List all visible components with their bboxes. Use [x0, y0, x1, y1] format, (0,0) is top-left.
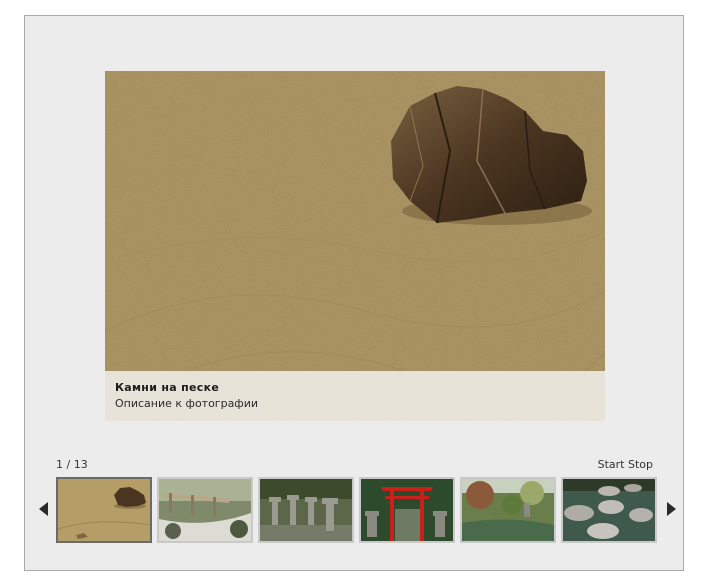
start-button[interactable]: Start: [598, 458, 625, 471]
arrow-left-icon[interactable]: [39, 502, 48, 516]
main-photo[interactable]: Камни на песке Описание к фотографии: [105, 71, 605, 421]
thumbnail-stepping-stones[interactable]: [561, 477, 657, 543]
photo-title: Камни на песке: [115, 381, 220, 394]
photo-counter: 1 / 13: [56, 458, 88, 471]
thumbnail-garden-bridge[interactable]: [157, 477, 253, 543]
stop-button[interactable]: Stop: [628, 458, 653, 471]
playback-controls: Start Stop: [598, 458, 653, 471]
thumbnail-rock-on-sand[interactable]: [56, 477, 152, 543]
gallery-panel: Камни на песке Описание к фотографии 1 /…: [24, 15, 684, 571]
thumbnail-stone-lanterns[interactable]: [258, 477, 354, 543]
thumbnail-garden-pond[interactable]: [460, 477, 556, 543]
thumbnail-red-torii-gate[interactable]: [359, 477, 455, 543]
photo-description: Описание к фотографии: [115, 397, 259, 410]
arrow-right-icon[interactable]: [667, 502, 676, 516]
photo-caption: Камни на песке Описание к фотографии: [105, 371, 605, 421]
